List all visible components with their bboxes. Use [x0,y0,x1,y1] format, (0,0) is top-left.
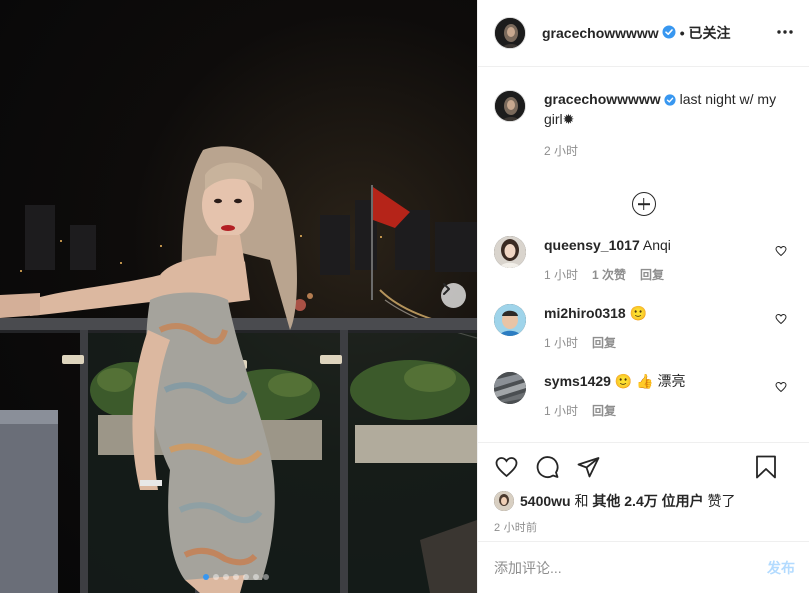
verified-badge-icon [664,92,676,110]
comment-time[interactable]: 1 小时 [544,268,578,282]
like-comment-button[interactable] [775,244,787,262]
post-photo[interactable] [0,0,477,593]
commenter-avatar[interactable] [494,236,526,268]
carousel-dot [243,574,249,580]
add-comment-bar: 发布 [478,541,809,593]
following-status[interactable]: • 已关注 [680,23,731,43]
comment-time[interactable]: 1 小时 [544,404,578,418]
like-comment-button[interactable] [775,380,787,398]
carousel-dot [213,574,219,580]
carousel-dot [203,574,209,580]
post-header: gracechowwwww • 已关注 [478,0,809,67]
reply-button[interactable]: 回复 [592,404,616,418]
author-avatar-image [495,18,525,48]
comment-username[interactable]: syms1429 [544,373,611,389]
comment-bubble-icon [536,456,559,478]
comment-item: syms1429 🙂 👍 漂亮 1 小时 回复 [494,372,793,420]
post-caption: gracechowwwww last night w/ my girl✹ 2 小… [494,90,793,160]
carousel-dot [233,574,239,580]
comment-like-count[interactable]: 1 次赞 [592,268,626,282]
author-avatar-image [495,91,525,121]
comment-text: 🙂 [629,305,648,321]
heart-icon [495,457,518,478]
likes-others-count[interactable]: 其他 2.4万 位用户 [592,491,703,511]
post-comment-button[interactable]: 发布 [767,558,795,578]
caption-username[interactable]: gracechowwwww [544,91,661,107]
comment-username[interactable]: queensy_1017 [544,237,640,253]
comment-input[interactable] [494,559,767,576]
likes-suffix: 赞了 [707,493,736,509]
heart-outline-icon [775,313,787,325]
commenter-avatar[interactable] [494,372,526,404]
liker-avatar[interactable] [494,491,514,511]
comment-time[interactable]: 1 小时 [544,336,578,350]
share-button[interactable] [576,455,601,479]
liker-avatar-image [494,491,514,511]
post-timestamp[interactable]: 2 小时前 [494,519,793,535]
reply-button[interactable]: 回复 [640,268,664,282]
photo-illustration [0,146,477,593]
comment-meta: 1 小时 1 次赞 回复 [544,266,671,284]
commenter-avatar-image [494,236,526,268]
comment-text: Anqi [642,237,671,253]
carousel-dot [223,574,229,580]
commenter-avatar-image [494,304,526,336]
carousel-indicator [203,574,269,580]
action-bar [494,443,793,491]
more-dots-icon [777,30,793,34]
likes-summary: 5400wu 和 其他 2.4万 位用户 赞了 [494,491,793,511]
star-emoji: ✹ [562,111,575,127]
heart-outline-icon [775,245,787,257]
reply-button[interactable]: 回复 [592,336,616,350]
caption-time-text[interactable]: 2 小时 [544,144,578,158]
likes-and: 和 [574,493,589,509]
commenter-avatar[interactable] [494,304,526,336]
comments-section[interactable]: gracechowwwww last night w/ my girl✹ 2 小… [478,68,809,442]
next-photo-button[interactable] [441,283,466,308]
heart-outline-icon [775,381,787,393]
carousel-dot [253,574,259,580]
author-avatar[interactable] [494,90,526,122]
like-comment-button[interactable] [775,312,787,330]
carousel-dot [263,574,269,580]
bookmark-icon [756,455,776,479]
comment-item: queensy_1017 Anqi 1 小时 1 次赞 回复 [494,236,793,284]
paper-plane-icon [577,457,600,478]
comment-meta: 1 小时 回复 [544,334,647,352]
comment-username[interactable]: mi2hiro0318 [544,305,626,321]
comment-button[interactable] [535,455,560,479]
author-avatar[interactable] [494,17,526,49]
save-button[interactable] [755,455,777,479]
chevron-right-icon [443,283,450,295]
comment-text: 🙂 👍 漂亮 [614,373,686,389]
verified-badge-icon [662,25,676,42]
load-more-comments-button[interactable] [631,192,656,216]
caption-time: 2 小时 [544,142,784,160]
commenter-avatar-image [494,372,526,404]
comment-item: mi2hiro0318 🙂 1 小时 回复 [494,304,793,352]
liker-username[interactable]: 5400wu [520,493,571,509]
comment-meta: 1 小时 回复 [544,402,686,420]
more-options-button[interactable] [775,22,795,42]
post-sidebar: gracechowwwww • 已关注 gracechowwwww last n… [477,0,809,593]
like-button[interactable] [494,455,519,479]
author-username[interactable]: gracechowwwww [542,25,659,41]
